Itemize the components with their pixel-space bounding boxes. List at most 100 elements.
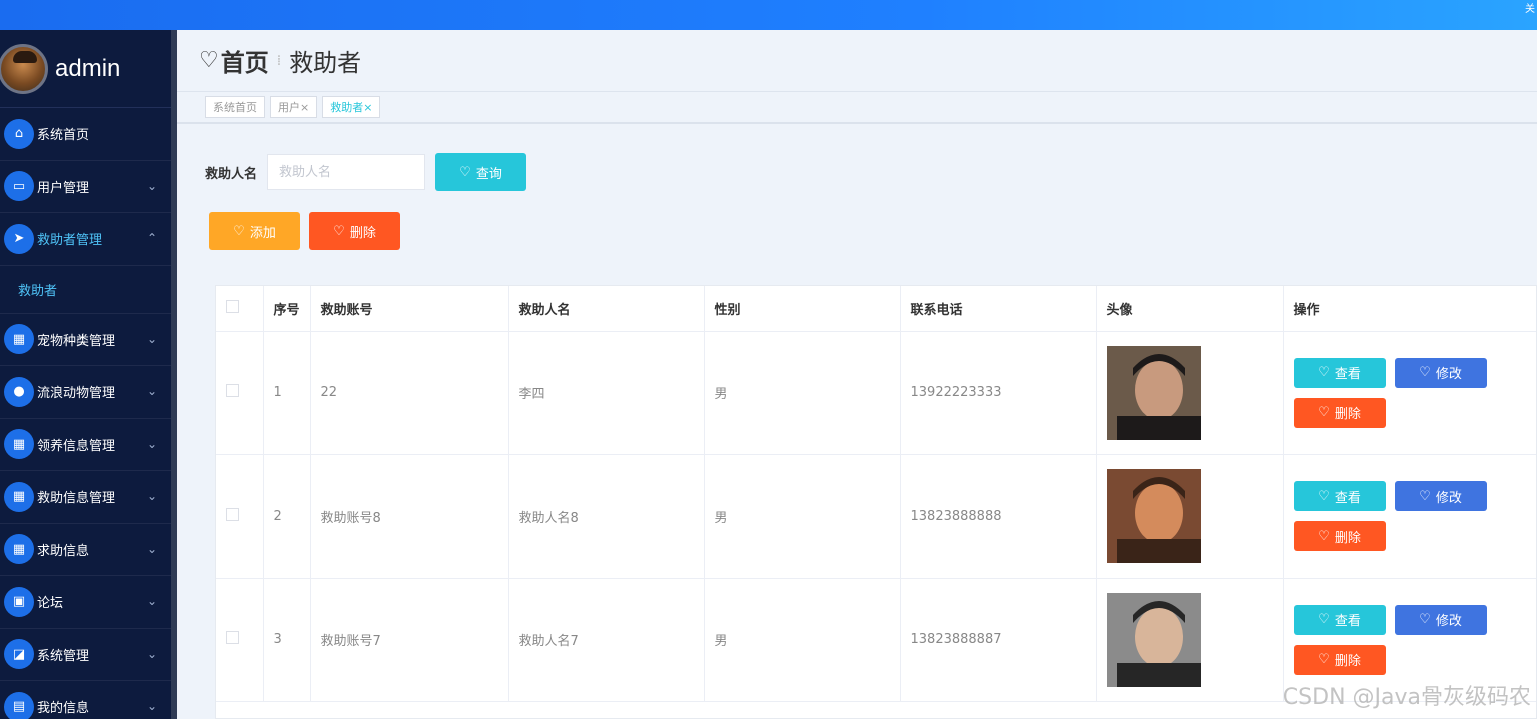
sidebar-item-icon: ▦ xyxy=(4,481,34,512)
column-header: 头像 xyxy=(1096,286,1284,332)
delete-button[interactable]: ♡ 删除 xyxy=(1293,397,1386,428)
avatar-photo xyxy=(1106,469,1201,564)
chevron-icon: ⌄ xyxy=(146,541,157,556)
table-row: 1 22 李四男 13922223333 ♡ 查看 ♡ 修改 ♡ 删除 xyxy=(216,331,1536,455)
profile: admin xyxy=(0,30,177,108)
batch-delete-button[interactable]: ♡ 删除 xyxy=(309,212,400,250)
sidebar-subitem-rescuer[interactable]: 救助者 xyxy=(0,266,177,314)
column-header: 联系电话 xyxy=(900,286,1097,332)
sidebar-item[interactable]: ▤ 我的信息 ⌄ xyxy=(0,681,177,719)
edit-button-label: 修改 xyxy=(1435,614,1462,630)
edit-button[interactable]: ♡ 修改 xyxy=(1394,604,1487,635)
add-button-label: 添加 xyxy=(249,225,276,241)
view-button-label: 查看 xyxy=(1334,614,1361,630)
edit-button[interactable]: ♡ 修改 xyxy=(1394,357,1487,388)
sidebar-item[interactable]: ▣ 论坛 ⌄ xyxy=(0,576,177,629)
sidebar-item[interactable]: ▦ 求助信息 ⌄ xyxy=(0,524,177,576)
select-all-cell xyxy=(216,286,264,332)
search-row: 救助人名 ♡ 查询 xyxy=(205,153,527,191)
table-cell-no: 3 xyxy=(263,578,311,702)
tag-bar: 系统首页 用户× 救助者× xyxy=(177,92,1537,124)
sidebar-item[interactable]: ➤ 救助者管理 ⌃ xyxy=(0,213,177,266)
breadcrumb-separator: ⁞ xyxy=(276,52,282,69)
avatar[interactable] xyxy=(0,43,48,94)
table-cell-phone: 13922223333 xyxy=(900,331,1097,455)
chevron-icon: ⌄ xyxy=(146,489,157,503)
heart-icon: ♡ xyxy=(1419,612,1431,628)
select-all-checkbox[interactable] xyxy=(226,299,239,313)
search-label: 救助人名 xyxy=(205,166,258,182)
column-header: 性别 xyxy=(704,286,901,332)
table-cell-phone: 13823888888 xyxy=(900,454,1097,579)
avatar-photo xyxy=(1106,345,1201,440)
sidebar-item[interactable]: ▦ 领养信息管理 ⌄ xyxy=(0,419,177,471)
delete-button-label: 删除 xyxy=(1334,530,1361,546)
tag-rescuer[interactable]: 救助者× xyxy=(322,96,381,118)
table-header-row: 序号 救助账号 救助人名 性别 联系电话 头像 操作 xyxy=(216,286,1536,332)
sidebar: admin ⌂ 系统首页 ▭ 用户管理 ⌄ ➤ 救助者管理 ⌃ 救助者 ▦ 宠物种类管理 ⌄ ● 流浪动物… xyxy=(0,30,177,719)
chevron-icon: ⌄ xyxy=(146,699,157,713)
view-button-label: 查看 xyxy=(1334,490,1361,506)
row-checkbox[interactable] xyxy=(226,384,239,398)
breadcrumb-home[interactable]: 首页 xyxy=(221,43,269,78)
topbar-corner-text[interactable]: 关 xyxy=(1525,0,1535,15)
sidebar-item-icon: ◪ xyxy=(4,639,34,670)
view-button[interactable]: ♡ 查看 xyxy=(1293,604,1386,635)
breadcrumb: ♡ 首页 ⁞ 救助者 xyxy=(177,30,1537,92)
heart-icon: ♡ xyxy=(1318,488,1330,504)
ops-cell: ♡ 查看 ♡ 修改 ♡ 删除 xyxy=(1283,331,1536,455)
search-button[interactable]: ♡ 查询 xyxy=(435,153,527,191)
rescuer-table: 序号 救助账号 救助人名 性别 联系电话 头像 操作 1 22 李四男 1392222… xyxy=(215,285,1537,719)
heart-icon: ♡ xyxy=(1419,365,1431,381)
search-input[interactable] xyxy=(267,154,426,190)
delete-button[interactable]: ♡ 删除 xyxy=(1293,644,1386,675)
sidebar-item-label: 系统首页 xyxy=(37,128,90,144)
delete-button[interactable]: ♡ 删除 xyxy=(1293,521,1386,552)
column-header: 救助账号 xyxy=(310,286,509,332)
sidebar-item-icon: ▣ xyxy=(4,586,34,617)
sidebar-item[interactable]: ▭ 用户管理 ⌄ xyxy=(0,161,177,213)
search-button-label: 查询 xyxy=(475,166,502,182)
chevron-icon: ⌄ xyxy=(146,594,157,608)
sidebar-item-icon: ▦ xyxy=(4,429,34,460)
heart-icon: ♡ xyxy=(233,223,245,239)
heart-icon: ♡ xyxy=(1419,488,1431,504)
heart-icon: ♡ xyxy=(459,164,471,180)
sidebar-item[interactable]: ◪ 系统管理 ⌄ xyxy=(0,629,177,681)
sidebar-item[interactable]: ⌂ 系统首页 xyxy=(0,108,177,161)
view-button[interactable]: ♡ 查看 xyxy=(1293,357,1386,388)
sidebar-item[interactable]: ▦ 救助信息管理 ⌄ xyxy=(0,471,177,524)
edit-button-label: 修改 xyxy=(1435,490,1462,506)
sidebar-item-icon: ▦ xyxy=(4,324,34,355)
heart-icon: ♡ xyxy=(333,223,345,239)
chevron-icon: ⌃ xyxy=(146,231,157,245)
sidebar-item[interactable]: ▦ 宠物种类管理 ⌄ xyxy=(0,314,177,366)
chevron-icon: ⌄ xyxy=(146,384,157,398)
heart-icon: ♡ xyxy=(1318,652,1330,668)
breadcrumb-current: 救助者 xyxy=(289,49,362,77)
edit-button[interactable]: ♡ 修改 xyxy=(1394,481,1487,512)
sidebar-item[interactable]: ● 流浪动物管理 ⌄ xyxy=(0,366,177,419)
table-cell-account: 救助账号8 xyxy=(310,454,509,579)
table-cell-account: 22 xyxy=(310,331,509,455)
row-select-cell xyxy=(216,331,264,455)
watermark: CSDN @Java骨灰级码农 xyxy=(1282,685,1531,710)
ops-cell: ♡ 查看 ♡ 修改 ♡ 删除 xyxy=(1283,454,1536,579)
avatar-photo xyxy=(1106,592,1201,687)
sidebar-item-icon: ● xyxy=(4,376,34,407)
row-checkbox[interactable] xyxy=(226,507,239,521)
sidebar-item-icon: ➤ xyxy=(4,223,34,254)
tag-system-home[interactable]: 系统首页 xyxy=(205,96,265,118)
column-header: 序号 xyxy=(263,286,311,332)
view-button[interactable]: ♡ 查看 xyxy=(1293,481,1386,512)
delete-button-label: 删除 xyxy=(1334,407,1361,423)
heart-icon: ♡ xyxy=(1318,405,1330,421)
row-checkbox[interactable] xyxy=(226,631,239,645)
table-cell-no: 1 xyxy=(263,331,311,455)
table-cell-name: 救助人名7 xyxy=(508,578,705,702)
add-button[interactable]: ♡ 添加 xyxy=(209,212,300,250)
tag-users[interactable]: 用户× xyxy=(270,96,318,118)
table-cell-gender: 男 xyxy=(704,578,901,702)
table-cell-account: 救助账号7 xyxy=(310,578,509,702)
batch-delete-button-label: 删除 xyxy=(349,225,376,241)
